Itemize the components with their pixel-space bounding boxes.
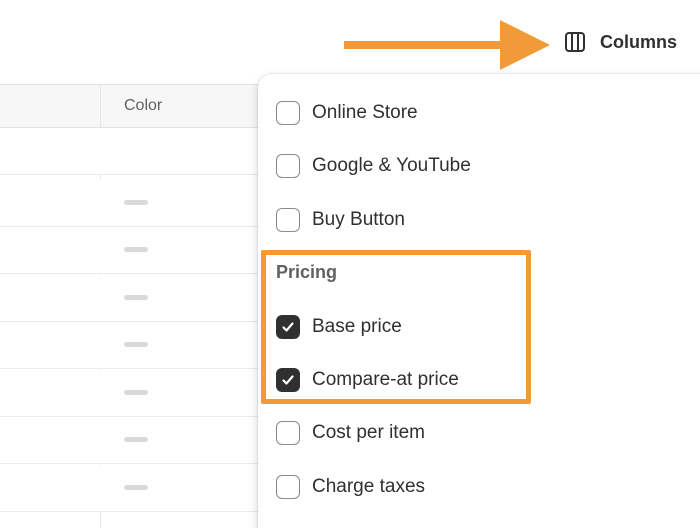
empty-value-dash [124,485,148,490]
checkmark-icon [282,375,294,385]
column-option-google-youtube[interactable]: Google & YouTube [276,151,471,181]
checkbox[interactable] [276,208,300,232]
checkbox[interactable] [276,154,300,178]
checkbox-checked[interactable] [276,315,300,339]
empty-value-dash [124,247,148,252]
column-option-label: Cost per item [312,422,425,443]
column-option-label: Online Store [312,102,418,123]
column-header-color: Color [124,97,163,114]
top-bar: Columns [0,0,700,84]
annotation-arrow [344,20,550,70]
column-option-label: Compare-at price [312,369,459,390]
columns-button-label: Columns [600,31,678,52]
column-option-label: Buy Button [312,209,405,230]
checkbox[interactable] [276,475,300,499]
empty-value-dash [124,390,148,395]
column-option-online-store[interactable]: Online Store [276,98,418,128]
columns-icon [564,31,586,53]
column-option-label: Base price [312,316,402,337]
column-option-label: Charge taxes [312,476,426,497]
columns-menu: Online Store Google & YouTube Buy Button… [258,74,700,528]
section-heading-pricing: Pricing [276,262,338,282]
checkbox[interactable] [276,421,300,445]
empty-value-dash [124,200,148,205]
column-option-base-price[interactable]: Base price [276,312,402,342]
columns-button[interactable]: Columns [556,24,692,60]
column-option-label: Google & YouTube [312,155,471,176]
empty-value-dash [124,295,148,300]
checkmark-icon [282,322,294,332]
checkbox[interactable] [276,101,300,125]
empty-value-dash [124,437,148,442]
page: Columns Color Online Store Google & YouT… [0,0,700,528]
column-option-charge-taxes[interactable]: Charge taxes [276,472,425,502]
empty-value-dash [124,342,148,347]
column-option-compare-at-price[interactable]: Compare-at price [276,365,459,395]
column-option-buy-button[interactable]: Buy Button [276,205,405,235]
checkbox-checked[interactable] [276,368,300,392]
column-option-cost-per-item[interactable]: Cost per item [276,418,425,448]
